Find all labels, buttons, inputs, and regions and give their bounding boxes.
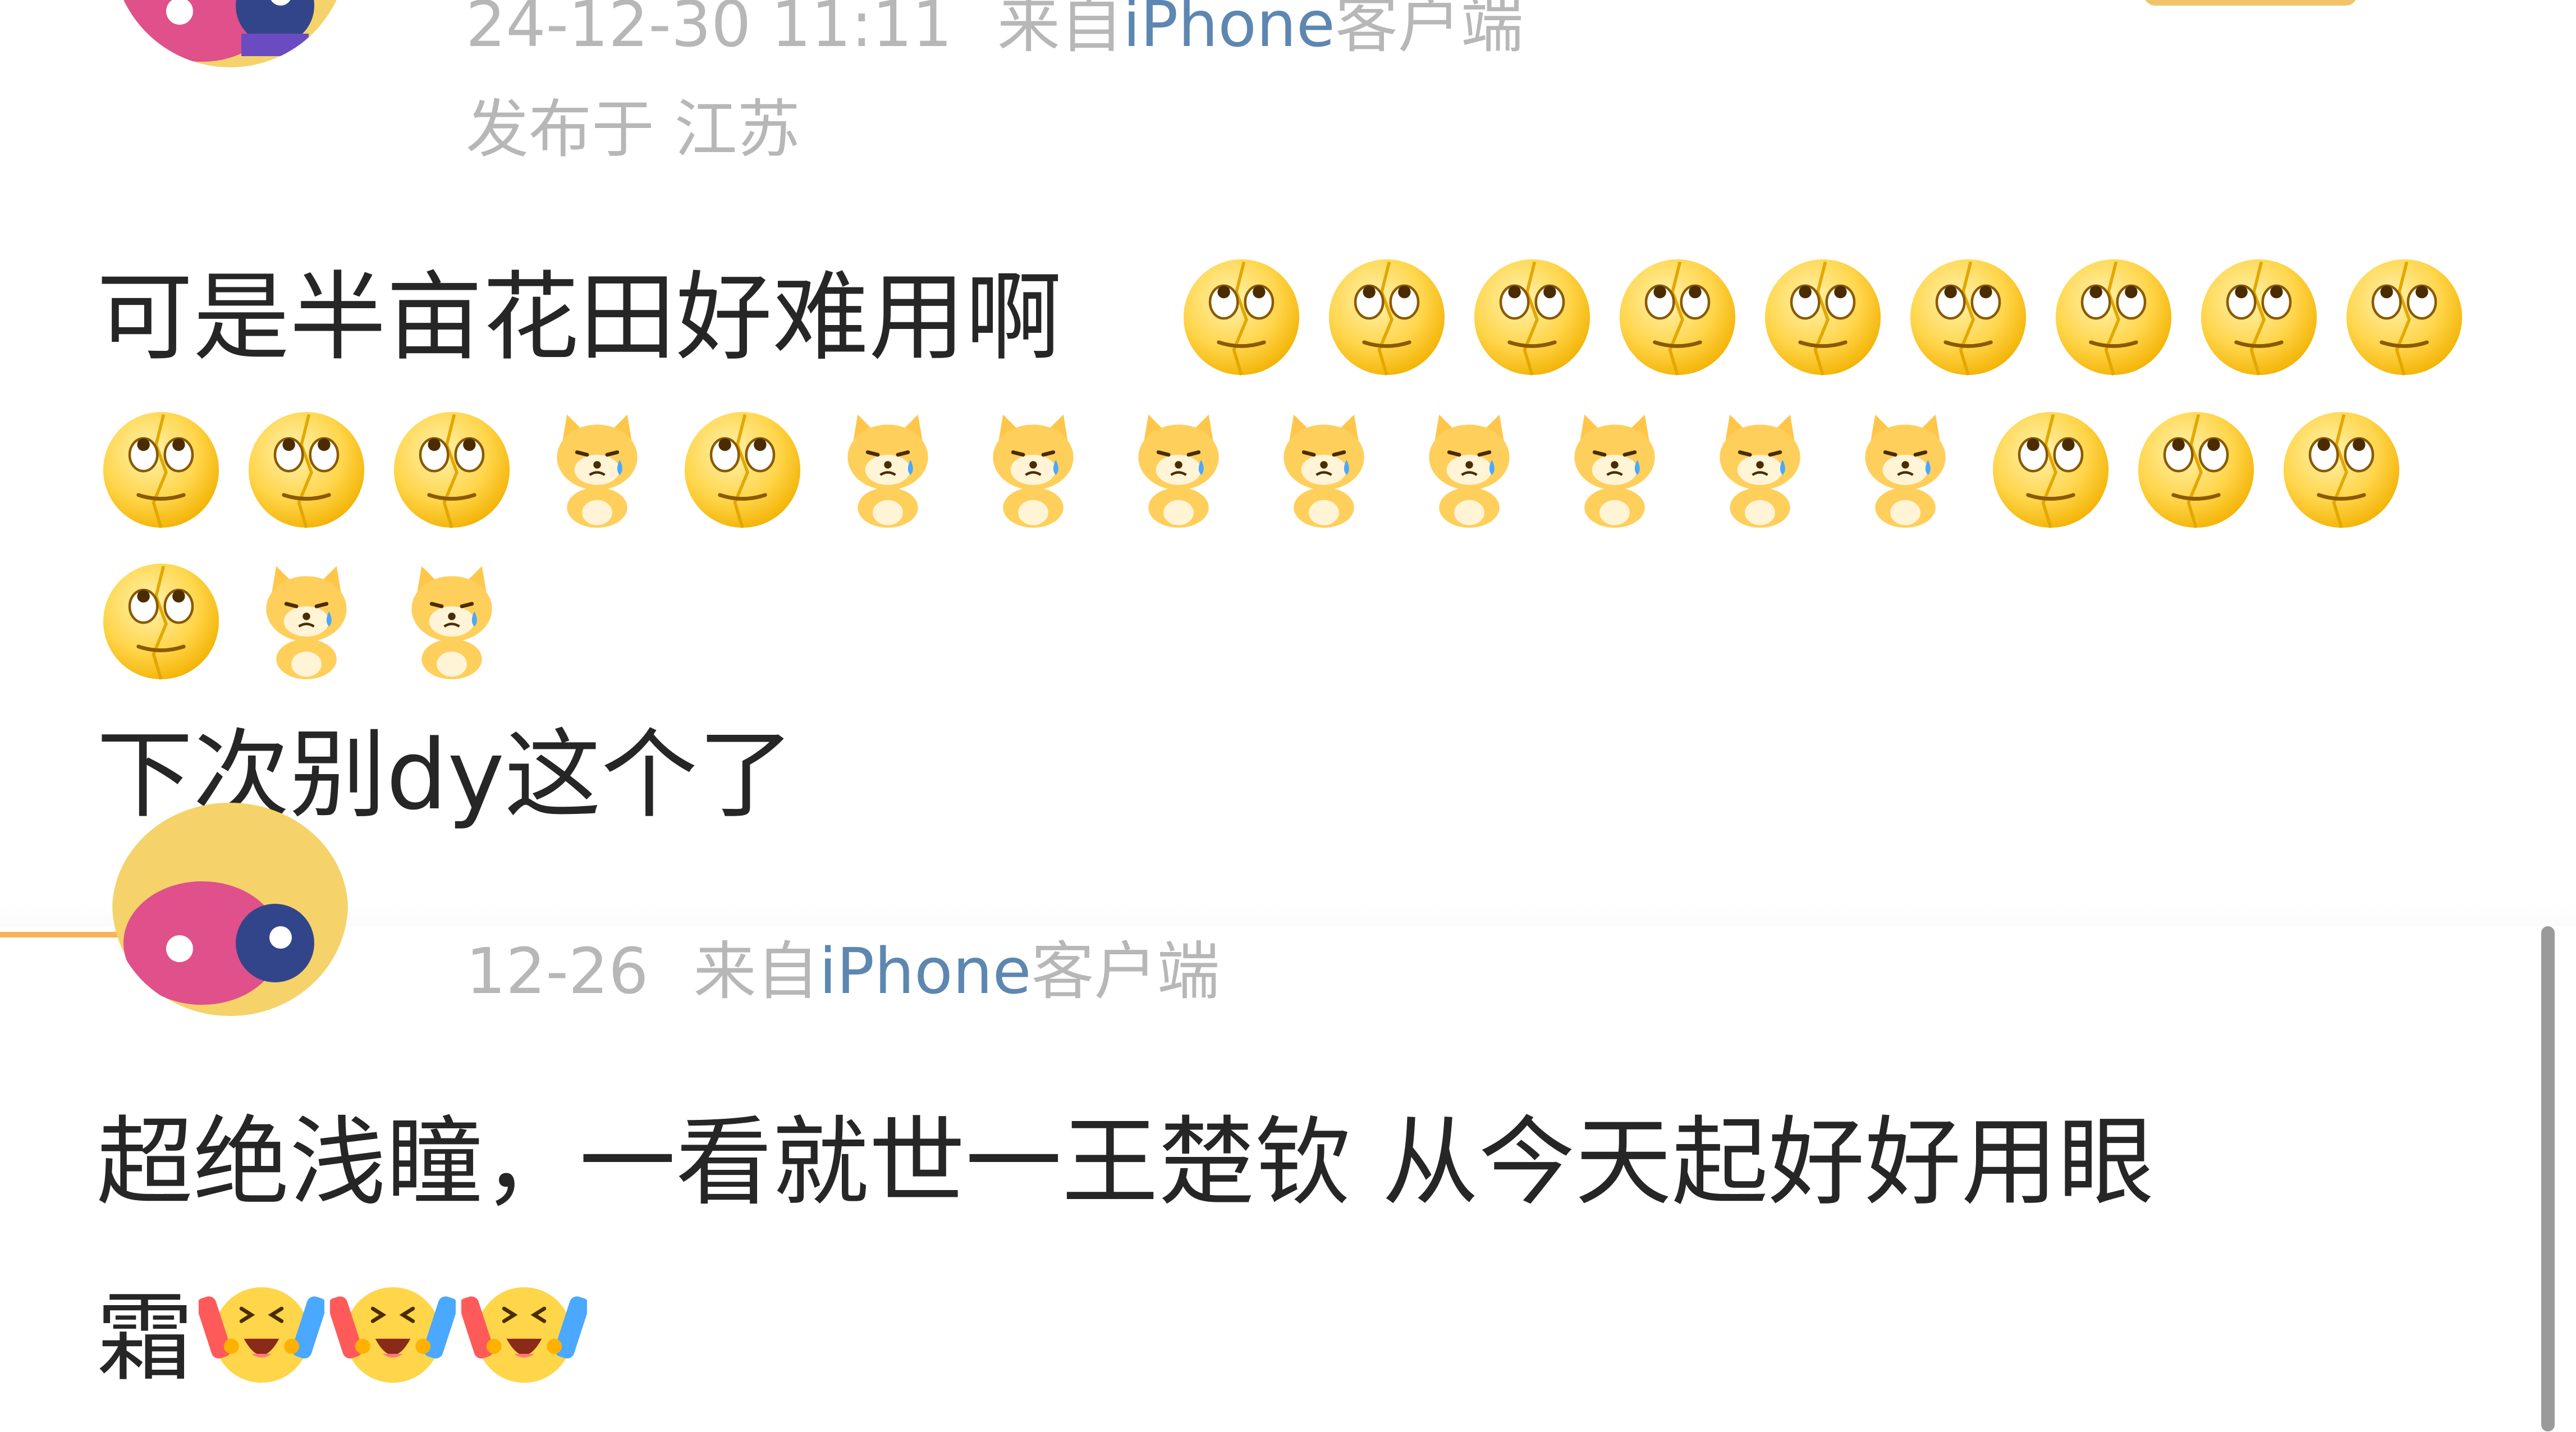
- device-link[interactable]: iPhone: [1123, 0, 1335, 61]
- comment-text-line: 可是半亩花田好难用啊: [97, 269, 1062, 366]
- top-right-decoration: [2144, 0, 2357, 6]
- crying-dog-emoji: [389, 559, 515, 684]
- eye-roll-emoji: [1615, 254, 1740, 380]
- edge-decoration: [0, 932, 135, 937]
- eye-roll-emoji: [1324, 254, 1450, 380]
- eye-roll-emoji: [1988, 407, 2114, 533]
- eye-roll-emoji: [2133, 407, 2259, 533]
- avatar-image: [112, 803, 348, 1016]
- device-suffix: 客户端: [1031, 935, 1220, 1008]
- crying-dog-emoji: [825, 407, 951, 533]
- comment-divider: [0, 904, 2576, 926]
- crying-dog-emoji: [244, 559, 369, 684]
- comment-time: 24-12-30 11:11: [466, 0, 952, 61]
- device-suffix: 客户端: [1335, 0, 1524, 61]
- comment-text-line: 超绝浅瞳，一看就世一王楚钦 从今天起好好用眼: [97, 1106, 2155, 1219]
- eye-roll-emoji: [389, 407, 515, 533]
- comment-source-prefix: 来自: [997, 0, 1123, 61]
- device-link[interactable]: iPhone: [819, 935, 1031, 1008]
- emoji-row: [98, 407, 2424, 533]
- cheering-emoji: [461, 1266, 587, 1392]
- comment-text: 可是半亩花田好难用啊: [97, 261, 1062, 374]
- emoji-row: [1179, 254, 2487, 380]
- crying-dog-emoji: [1697, 407, 1823, 533]
- eye-roll-emoji: [1905, 254, 2031, 380]
- eye-roll-emoji: [244, 407, 369, 533]
- comment-time: 12-26: [466, 935, 649, 1008]
- comment-text-line: 霜: [97, 1266, 587, 1392]
- crying-dog-emoji: [534, 407, 660, 533]
- crying-dog-emoji: [1261, 407, 1387, 533]
- eye-roll-emoji: [2279, 407, 2404, 533]
- emoji-row: [98, 559, 534, 684]
- inline-emoji-group: [193, 1282, 587, 1394]
- avatar[interactable]: [112, 0, 348, 67]
- scrollbar[interactable]: [2541, 926, 2555, 1431]
- comment-location: 发布于 江苏: [466, 93, 800, 166]
- crying-dog-emoji: [1116, 407, 1241, 533]
- comment-text: 霜: [97, 1282, 193, 1394]
- eye-roll-emoji: [1179, 254, 1304, 380]
- avatar-image: [123, 0, 337, 67]
- eye-roll-emoji: [2051, 254, 2176, 380]
- crying-dog-emoji: [970, 407, 1096, 533]
- eye-roll-emoji: [2341, 254, 2467, 380]
- comment-meta: 24-12-30 11:11 来自iPhone客户端: [466, 0, 1524, 56]
- comment-source-prefix: 来自: [693, 935, 819, 1008]
- eye-roll-emoji: [2196, 254, 2322, 380]
- avatar[interactable]: [112, 803, 348, 1016]
- eye-roll-emoji: [1469, 254, 1595, 380]
- crying-dog-emoji: [1406, 407, 1532, 533]
- eye-roll-emoji: [98, 559, 224, 684]
- crying-dog-emoji: [1552, 407, 1677, 533]
- crying-dog-emoji: [1842, 407, 1968, 533]
- cheering-emoji: [199, 1266, 324, 1392]
- comment-meta: 12-26 来自iPhone客户端: [466, 940, 1220, 1003]
- screenshot: 24-12-30 11:11 来自iPhone客户端 发布于 江苏 可是半亩花田好…: [0, 0, 2576, 1432]
- cheering-emoji: [330, 1266, 456, 1392]
- eye-roll-emoji: [680, 407, 805, 533]
- eye-roll-emoji: [98, 407, 224, 533]
- eye-roll-emoji: [1760, 254, 1886, 380]
